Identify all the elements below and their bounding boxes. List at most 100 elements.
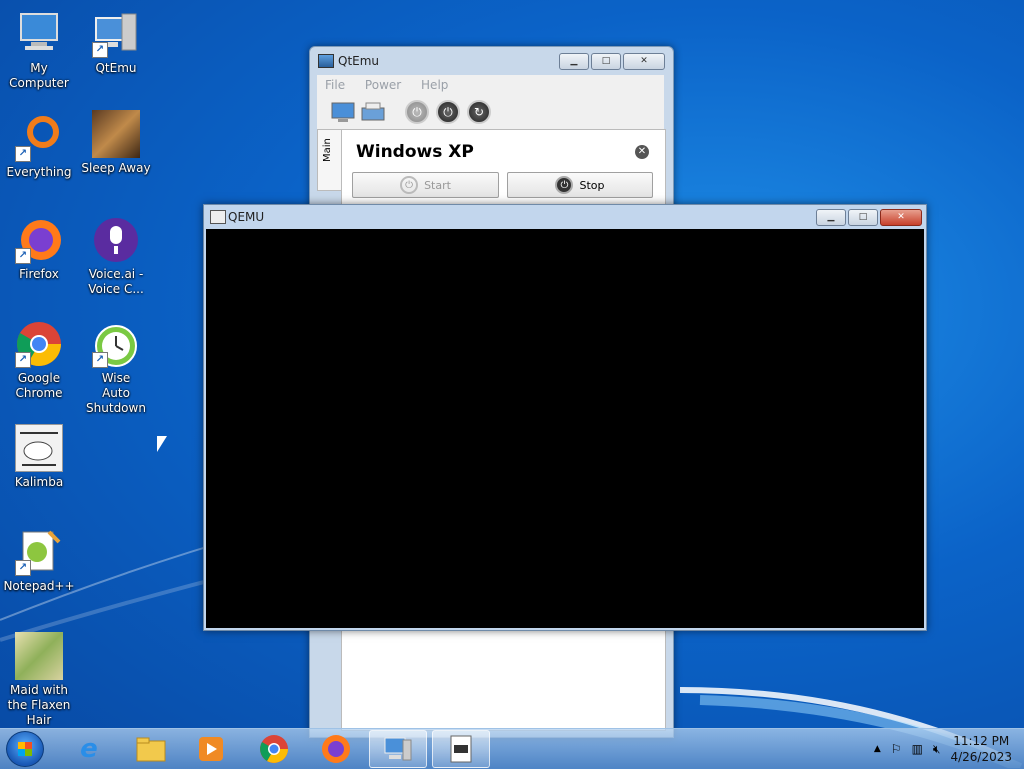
- menu-bar: File Power Help: [317, 75, 664, 95]
- menu-help[interactable]: Help: [413, 75, 456, 95]
- qtemu-titlebar[interactable]: QtEmu ▁ □ ✕: [310, 47, 673, 75]
- tab-main[interactable]: Main: [317, 129, 343, 191]
- clock-time: 11:12 PM: [953, 734, 1010, 748]
- taskbar-chrome[interactable]: [245, 730, 303, 768]
- power-icon: ⏻: [400, 176, 419, 194]
- stop-label: Stop: [579, 178, 605, 192]
- everything-icon: ↗: [15, 114, 63, 162]
- firefox-icon: [322, 735, 350, 763]
- qtemu-icon: [384, 737, 412, 761]
- desktop-icon-label: Voice.ai - Voice C...: [88, 267, 144, 296]
- qemu-window[interactable]: QEMU ▁ □ ✕: [203, 204, 927, 631]
- power-off-button[interactable]: ⏻: [436, 100, 460, 124]
- show-hidden-icons-icon[interactable]: ▲: [874, 744, 881, 754]
- firefox-icon: ↗: [15, 216, 63, 264]
- qemu-app-icon: [210, 210, 226, 224]
- desktop-icon-voiceai[interactable]: Voice.ai - Voice C...: [77, 216, 155, 297]
- computer-icon: [15, 10, 63, 58]
- desktop-icon-label: Everything: [6, 165, 72, 179]
- vm-name: Windows XP: [356, 142, 474, 162]
- shortcut-arrow-icon: ↗: [15, 248, 31, 264]
- desktop-icon-label: Google Chrome: [15, 371, 63, 400]
- start-label: Start: [424, 178, 451, 192]
- maximize-button[interactable]: □: [848, 209, 878, 226]
- desktop-icon-label: My Computer: [9, 61, 69, 90]
- wise-shutdown-icon: ↗: [92, 320, 140, 368]
- desktop-icon-chrome[interactable]: ↗ Google Chrome: [0, 320, 78, 401]
- qtemu-icon: ↗: [92, 10, 140, 58]
- desktop-icon-everything[interactable]: ↗ Everything: [0, 114, 78, 180]
- desktop-icon-label: Notepad++: [3, 579, 75, 593]
- taskbar-firefox[interactable]: [307, 730, 365, 768]
- album-art-icon: [15, 632, 63, 680]
- chrome-icon: ↗: [15, 320, 63, 368]
- taskbar-qemu[interactable]: [432, 730, 490, 768]
- taskbar-media-player[interactable]: [182, 730, 240, 768]
- start-button[interactable]: ⏻ Start: [352, 172, 499, 198]
- desktop-icon-notepadpp[interactable]: ↗ Notepad++: [0, 528, 78, 594]
- power-on-button[interactable]: ⏻: [405, 100, 429, 124]
- desktop-icon-label: Kalimba: [14, 475, 64, 489]
- internet-explorer-icon: e: [80, 734, 98, 764]
- action-center-flag-icon[interactable]: ⚐: [891, 742, 902, 756]
- album-art-icon: [15, 424, 63, 472]
- menu-file[interactable]: File: [317, 75, 353, 95]
- minimize-button[interactable]: ▁: [816, 209, 846, 226]
- shortcut-arrow-icon: ↗: [92, 42, 108, 58]
- printer-icon: [361, 102, 385, 121]
- open-machine-button[interactable]: [361, 100, 385, 124]
- qemu-titlebar[interactable]: QEMU ▁ □ ✕: [204, 205, 926, 229]
- desktop-icon-label: Wise Auto Shutdown: [86, 371, 146, 415]
- notepadpp-icon: ↗: [15, 528, 63, 576]
- desktop-icon-label: QtEmu: [95, 61, 137, 75]
- power-off-icon: ⏻: [555, 176, 574, 194]
- shortcut-arrow-icon: ↗: [15, 560, 31, 576]
- qtemu-app-icon: [318, 54, 334, 68]
- start-button[interactable]: [6, 731, 44, 767]
- desktop-icon-firefox[interactable]: ↗ Firefox: [0, 216, 78, 282]
- album-art-icon: [92, 110, 140, 158]
- desktop-icon-wise-auto-shutdown[interactable]: ↗ Wise Auto Shutdown: [77, 320, 155, 416]
- chrome-icon: [260, 735, 288, 763]
- desktop-icon-label: Maid with the Flaxen Hair: [7, 683, 71, 727]
- shortcut-arrow-icon: ↗: [15, 352, 31, 368]
- window-title: QEMU: [228, 210, 265, 224]
- stop-button[interactable]: ⏻ Stop: [507, 172, 653, 198]
- close-button[interactable]: ✕: [880, 209, 922, 226]
- desktop-icon-label: Sleep Away: [81, 161, 151, 175]
- taskbar-internet-explorer[interactable]: e: [60, 730, 118, 768]
- media-player-icon: [199, 737, 223, 761]
- close-tab-icon[interactable]: ✕: [635, 145, 649, 159]
- volume-muted-icon[interactable]: 🔇︎: [933, 742, 941, 757]
- desktop-icon-qtemu[interactable]: ↗ QtEmu: [77, 10, 155, 76]
- mouse-cursor-icon: [157, 436, 167, 452]
- desktop-icon-kalimba[interactable]: Kalimba: [0, 424, 78, 490]
- monitor-icon: [331, 102, 355, 122]
- taskbar-qtemu[interactable]: [369, 730, 427, 768]
- folder-icon: [136, 737, 166, 762]
- system-tray: ▲ ⚐ ▥ 🔇︎ 11:12 PM 4/26/2023: [874, 729, 1024, 769]
- taskbar: e ▲ ⚐ ▥ 🔇︎ 11:12 PM 4/26/2023: [0, 728, 1024, 769]
- close-button[interactable]: ✕: [623, 53, 665, 70]
- minimize-button[interactable]: ▁: [559, 53, 589, 70]
- desktop-icon-sleep-away[interactable]: Sleep Away: [77, 110, 155, 176]
- network-icon[interactable]: ▥: [912, 742, 923, 756]
- tab-main-label: Main: [322, 138, 333, 162]
- new-machine-button[interactable]: [331, 100, 355, 124]
- reset-button[interactable]: ↻: [467, 100, 491, 124]
- taskbar-file-explorer[interactable]: [122, 730, 180, 768]
- voiceai-icon: [92, 216, 140, 264]
- toolbar: ⏻ ⏻ ↻: [317, 95, 664, 130]
- maximize-button[interactable]: □: [591, 53, 621, 70]
- desktop-icon-my-computer[interactable]: My Computer: [0, 10, 78, 91]
- shortcut-arrow-icon: ↗: [15, 146, 31, 162]
- desktop-icon-label: Firefox: [19, 267, 59, 281]
- clock-date: 4/26/2023: [950, 750, 1012, 764]
- qemu-icon: [450, 735, 472, 763]
- clock[interactable]: 11:12 PM 4/26/2023: [950, 733, 1012, 765]
- vm-display[interactable]: [206, 229, 924, 628]
- window-title: QtEmu: [338, 54, 380, 68]
- shortcut-arrow-icon: ↗: [92, 352, 108, 368]
- desktop-icon-maid-with-the-flaxen-hair[interactable]: Maid with the Flaxen Hair: [0, 632, 78, 728]
- menu-power[interactable]: Power: [357, 75, 409, 95]
